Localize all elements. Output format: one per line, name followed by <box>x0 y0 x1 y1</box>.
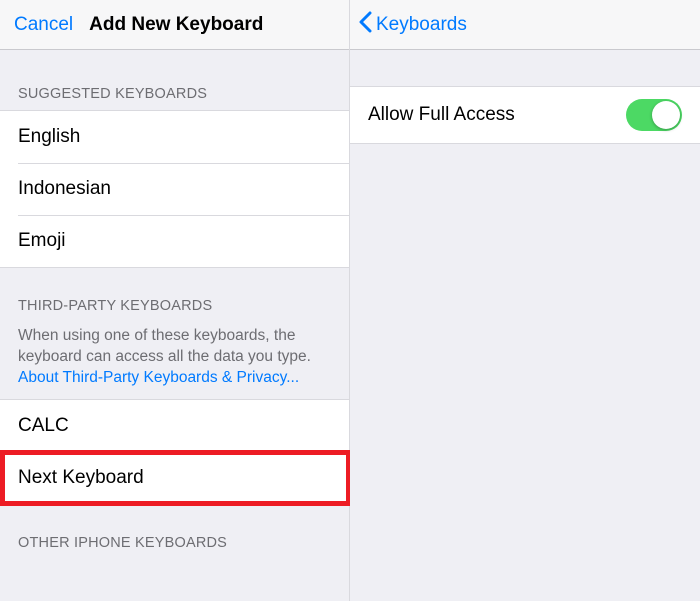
section-header-suggested: SUGGESTED KEYBOARDS <box>0 50 349 110</box>
back-label: Keyboards <box>376 14 467 36</box>
thirdparty-description: When using one of these keyboards, the k… <box>0 322 349 399</box>
suggested-keyboards-group: English Indonesian Emoji <box>0 110 349 268</box>
cancel-label: Cancel <box>14 14 73 36</box>
access-group: Allow Full Access <box>350 86 700 144</box>
allow-full-access-toggle[interactable] <box>626 99 682 131</box>
keyboard-label: Indonesian <box>18 178 111 200</box>
left-navbar: Cancel Add New Keyboard <box>0 0 349 50</box>
keyboard-label: CALC <box>18 415 69 437</box>
thirdparty-keyboards-group: CALC Next Keyboard <box>0 399 349 505</box>
keyboard-label: Emoji <box>18 230 66 252</box>
keyboard-detail-pane: Keyboards Allow Full Access <box>350 0 700 601</box>
page-title: Add New Keyboard <box>89 14 263 36</box>
allow-full-access-row: Allow Full Access <box>350 87 700 143</box>
back-button[interactable]: Keyboards <box>350 11 467 39</box>
right-navbar: Keyboards <box>350 0 700 50</box>
section-header-other: OTHER IPHONE KEYBOARDS <box>0 505 349 559</box>
suggested-keyboard-row[interactable]: Emoji <box>0 215 349 267</box>
keyboard-label: English <box>18 126 80 148</box>
thirdparty-keyboard-row[interactable]: CALC <box>0 400 349 452</box>
chevron-left-icon <box>358 11 376 39</box>
suggested-keyboard-row[interactable]: English <box>0 111 349 163</box>
section-header-thirdparty: THIRD-PARTY KEYBOARDS <box>0 268 349 322</box>
thirdparty-privacy-link[interactable]: About Third-Party Keyboards & Privacy... <box>18 369 299 386</box>
toggle-knob <box>652 101 680 129</box>
allow-full-access-label: Allow Full Access <box>368 104 515 126</box>
keyboard-label: Next Keyboard <box>18 467 144 489</box>
thirdparty-desc-text: When using one of these keyboards, the k… <box>18 327 311 365</box>
thirdparty-keyboard-row[interactable]: Next Keyboard <box>0 452 349 504</box>
suggested-keyboard-row[interactable]: Indonesian <box>0 163 349 215</box>
add-keyboard-pane: Cancel Add New Keyboard SUGGESTED KEYBOA… <box>0 0 350 601</box>
cancel-button[interactable]: Cancel <box>0 14 73 36</box>
